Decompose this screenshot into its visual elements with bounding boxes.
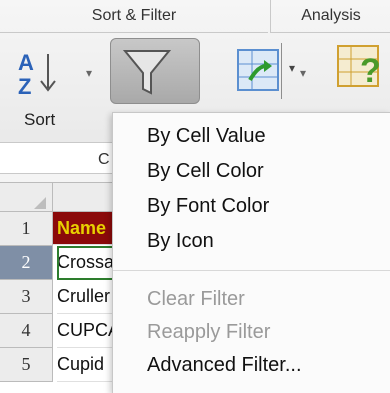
sort-icon[interactable]: A Z: [14, 48, 70, 100]
filter-button-divider: [281, 43, 282, 99]
table-row: 5 Cupid: [0, 348, 124, 382]
menu-item-reapply-filter: Reapply Filter: [147, 321, 271, 343]
row-number[interactable]: 4: [0, 314, 53, 348]
analysis-chevron-down-icon[interactable]: ▾: [300, 66, 306, 80]
table-row: 4 CUPCAKE: [0, 314, 124, 348]
worksheet-grid: 1 Name 2 Crossaint 3 Cruller 4 CUPCAKE 5…: [0, 182, 124, 393]
sort-filter-group-title: Sort & Filter: [0, 0, 268, 33]
sort-label[interactable]: Sort: [24, 110, 55, 130]
sort-icon-z: Z: [18, 74, 31, 99]
filter-dropdown-menu: By Cell Value By Cell Color By Font Colo…: [112, 112, 390, 393]
menu-divider: [113, 270, 390, 271]
what-if-icon[interactable]: ?: [336, 42, 390, 94]
corner-triangle-icon: [34, 197, 46, 209]
funnel-icon: [122, 50, 172, 95]
row-number[interactable]: 5: [0, 348, 53, 382]
menu-item-clear-filter: Clear Filter: [147, 288, 245, 310]
row-number[interactable]: 1: [0, 212, 53, 246]
menu-item-by-cell-color[interactable]: By Cell Color: [147, 160, 264, 183]
table-row: 2 Crossaint: [0, 246, 124, 280]
name-box-text: C: [98, 151, 110, 168]
sort-icon-a: A: [18, 50, 34, 75]
table-row: 3 Cruller: [0, 280, 124, 314]
row-number[interactable]: 3: [0, 280, 53, 314]
select-all-corner[interactable]: [0, 183, 53, 212]
row-number[interactable]: 2: [0, 246, 53, 280]
menu-item-advanced-filter[interactable]: Advanced Filter...: [147, 354, 302, 377]
menu-item-by-icon[interactable]: By Icon: [147, 230, 214, 253]
svg-text:?: ?: [360, 52, 381, 90]
refresh-data-icon[interactable]: [236, 48, 280, 92]
analysis-group-title: Analysis: [270, 0, 390, 33]
table-row: 1 Name: [0, 212, 124, 246]
sort-chevron-down-icon[interactable]: ▾: [86, 66, 92, 80]
menu-item-by-font-color[interactable]: By Font Color: [147, 195, 269, 218]
filter-button[interactable]: ▾: [110, 38, 295, 104]
name-box[interactable]: C: [0, 142, 124, 174]
filter-chevron-down-icon[interactable]: ▾: [289, 61, 295, 75]
menu-item-by-cell-value[interactable]: By Cell Value: [147, 125, 266, 148]
